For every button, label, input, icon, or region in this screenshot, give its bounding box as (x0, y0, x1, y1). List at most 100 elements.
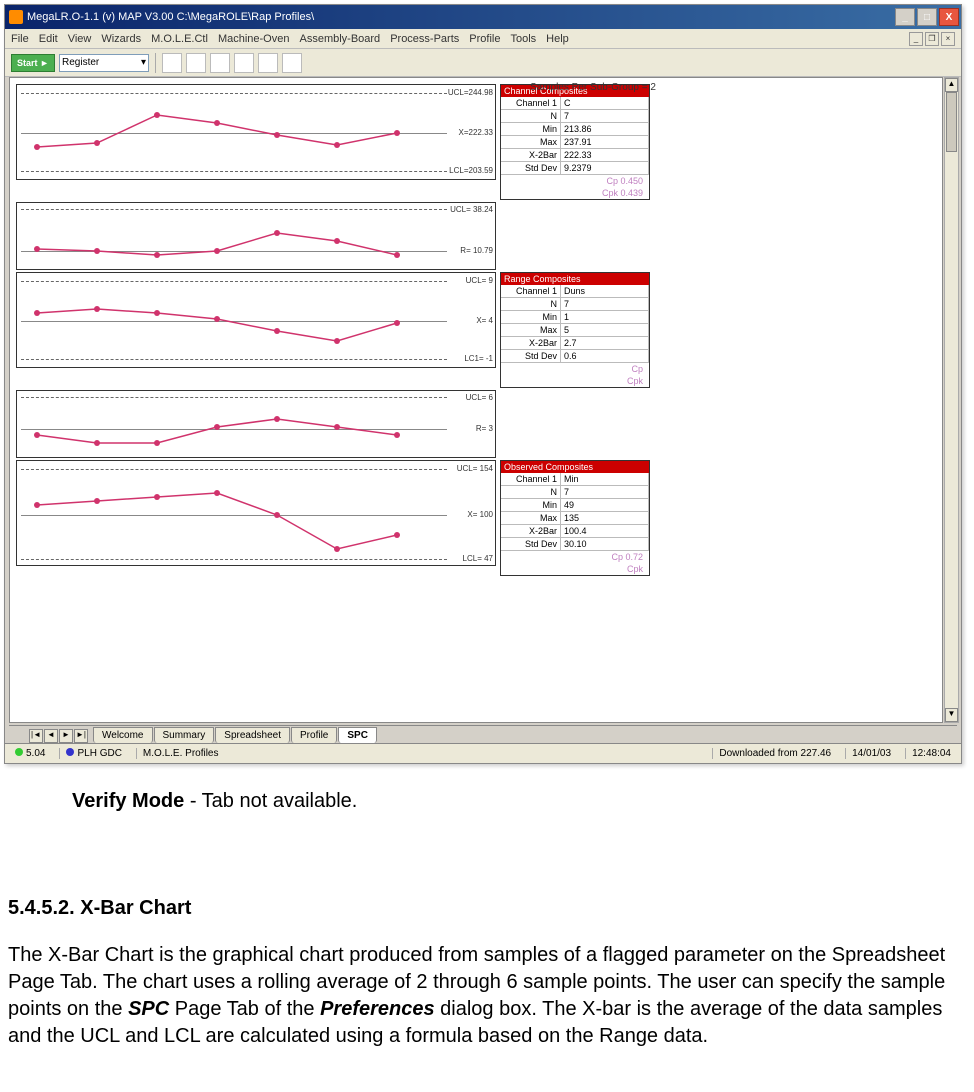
tab-nav-next[interactable]: ► (59, 729, 73, 743)
app-icon (9, 10, 23, 24)
stats-std: 30.10 (561, 538, 649, 550)
mode-dropdown-label: Register (62, 57, 99, 68)
tab-nav-last[interactable]: ►| (74, 729, 88, 743)
toolbar-icon-3[interactable] (210, 53, 230, 73)
stats-min-label: Min (501, 311, 561, 323)
menu-tools[interactable]: Tools (510, 33, 536, 45)
range-chart-1: UCL= 38.24 R= 10.79 (16, 202, 496, 270)
toolbar-icon-1[interactable] (162, 53, 182, 73)
status-seg-2: PLH GDC (59, 748, 127, 759)
section-paragraph: The X-Bar Chart is the graphical chart p… (8, 942, 966, 1050)
stats-max-label: Max (501, 136, 561, 148)
stats-chan: Channel 1 (501, 97, 561, 109)
stats-max: 135 (561, 512, 649, 524)
lcl-label: LC1= -1 (464, 354, 493, 363)
toolbar-icon-4[interactable] (234, 53, 254, 73)
mode-dropdown[interactable]: Register ▾ (59, 54, 149, 72)
stats-header: Range Composites (501, 273, 649, 285)
p1d: Preferences (320, 998, 435, 1020)
status-seg-3: M.O.L.E. Profiles (136, 748, 225, 759)
doc-restore-button[interactable]: ❐ (925, 32, 939, 46)
status-time: 12:48:04 (905, 748, 957, 759)
ucl-label: UCL= 6 (466, 393, 493, 402)
statusbar: 5.04 PLH GDC M.O.L.E. Profiles Downloade… (5, 743, 961, 763)
menu-help[interactable]: Help (546, 33, 569, 45)
tab-nav-first[interactable]: |◄ (29, 729, 43, 743)
stats-chanval: Min (561, 473, 649, 485)
stats-min-label: Min (501, 499, 561, 511)
window-title: MegaLR.O-1.1 (v) MAP V3.00 C:\MegaROLE\R… (27, 11, 314, 23)
start-button[interactable]: Start ► (11, 54, 55, 72)
tab-spc[interactable]: SPC (338, 727, 377, 743)
tab-welcome[interactable]: Welcome (93, 727, 153, 743)
menu-profile[interactable]: Profile (469, 33, 500, 45)
status-date: 14/01/03 (845, 748, 897, 759)
stats-cpk: Cpk 0.439 (501, 187, 649, 199)
stats-box-2: Range Composites Channel 1Duns N7 Min1 M… (500, 272, 650, 388)
menu-molectl[interactable]: M.O.L.E.Ctl (151, 33, 208, 45)
menu-file[interactable]: File (11, 33, 29, 45)
content-area: Samples Per Sub-Group = 2 UCL=244.98 X=2… (9, 77, 943, 723)
close-button[interactable]: X (939, 8, 959, 26)
stats-xbar: 100.4 (561, 525, 649, 537)
ucl-label: UCL= 9 (466, 276, 493, 285)
stats-box-3: Observed Composites Channel 1Min N7 Min4… (500, 460, 650, 576)
vertical-scrollbar[interactable]: ▲ ▼ (944, 77, 959, 723)
menu-wizards[interactable]: Wizards (101, 33, 141, 45)
stats-box-1: Channel Composites Channel 1C N7 Min213.… (500, 84, 650, 200)
xbar-chart-3: UCL= 154 X= 100 LCL= 47 (16, 460, 496, 566)
center-label: X=222.33 (459, 128, 493, 137)
menu-assembly-board[interactable]: Assembly-Board (299, 33, 380, 45)
doc-minimize-button[interactable]: _ (909, 32, 923, 46)
doc-close-button[interactable]: × (941, 32, 955, 46)
tab-spreadsheet[interactable]: Spreadsheet (215, 727, 290, 743)
minimize-button[interactable]: _ (895, 8, 915, 26)
toolbar: Start ► Register ▾ (5, 49, 961, 77)
chart-plot-1 (17, 85, 447, 181)
scroll-down-icon[interactable]: ▼ (945, 708, 958, 722)
stats-max-label: Max (501, 512, 561, 524)
stats-std-label: Std Dev (501, 162, 561, 174)
ucl-label: UCL= 154 (457, 464, 493, 473)
menu-edit[interactable]: Edit (39, 33, 58, 45)
verify-mode-line: Verify Mode - Tab not available. (72, 788, 966, 815)
menu-process-parts[interactable]: Process-Parts (390, 33, 459, 45)
range-chart-2: UCL= 6 R= 3 (16, 390, 496, 458)
chart-plot-4 (17, 391, 447, 459)
ucl-label: UCL=244.98 (448, 88, 493, 97)
stats-std-label: Std Dev (501, 350, 561, 362)
page-tabs: |◄ ◄ ► ►| Welcome Summary Spreadsheet Pr… (9, 725, 957, 743)
lcl-label: LCL=203.59 (449, 166, 493, 175)
stats-std-label: Std Dev (501, 538, 561, 550)
menu-machine-oven[interactable]: Machine-Oven (218, 33, 290, 45)
stats-chan: Channel 1 (501, 473, 561, 485)
menu-view[interactable]: View (68, 33, 92, 45)
stats-cpk: Cpk (501, 375, 649, 387)
stats-chan: Channel 1 (501, 285, 561, 297)
tab-summary[interactable]: Summary (154, 727, 215, 743)
toolbar-icon-5[interactable] (258, 53, 278, 73)
stats-cp: Cp (501, 363, 649, 375)
toolbar-icon-6[interactable] (282, 53, 302, 73)
p1b: SPC (128, 998, 169, 1020)
menubar: File Edit View Wizards M.O.L.E.Ctl Machi… (5, 29, 961, 49)
scroll-thumb[interactable] (946, 92, 957, 152)
stats-max-label: Max (501, 324, 561, 336)
stats-chanval: Duns (561, 285, 649, 297)
maximize-button[interactable]: □ (917, 8, 937, 26)
xbar-chart-2: UCL= 9 X= 4 LC1= -1 (16, 272, 496, 368)
stats-cpk: Cpk (501, 563, 649, 575)
tab-profile[interactable]: Profile (291, 727, 337, 743)
status-right-1: Downloaded from 227.46 (712, 748, 837, 759)
led-green-icon (15, 748, 23, 756)
stats-n: 7 (561, 110, 649, 122)
stats-min-label: Min (501, 123, 561, 135)
stats-xbar-label: X-2Bar (501, 149, 561, 161)
tab-nav-prev[interactable]: ◄ (44, 729, 58, 743)
scroll-up-icon[interactable]: ▲ (945, 78, 958, 92)
document-body: Verify Mode - Tab not available. 5.4.5.2… (0, 768, 974, 1058)
status-seg-1: 5.04 (9, 748, 51, 759)
toolbar-icon-2[interactable] (186, 53, 206, 73)
stats-max: 5 (561, 324, 649, 336)
center-label: X= 4 (476, 316, 493, 325)
